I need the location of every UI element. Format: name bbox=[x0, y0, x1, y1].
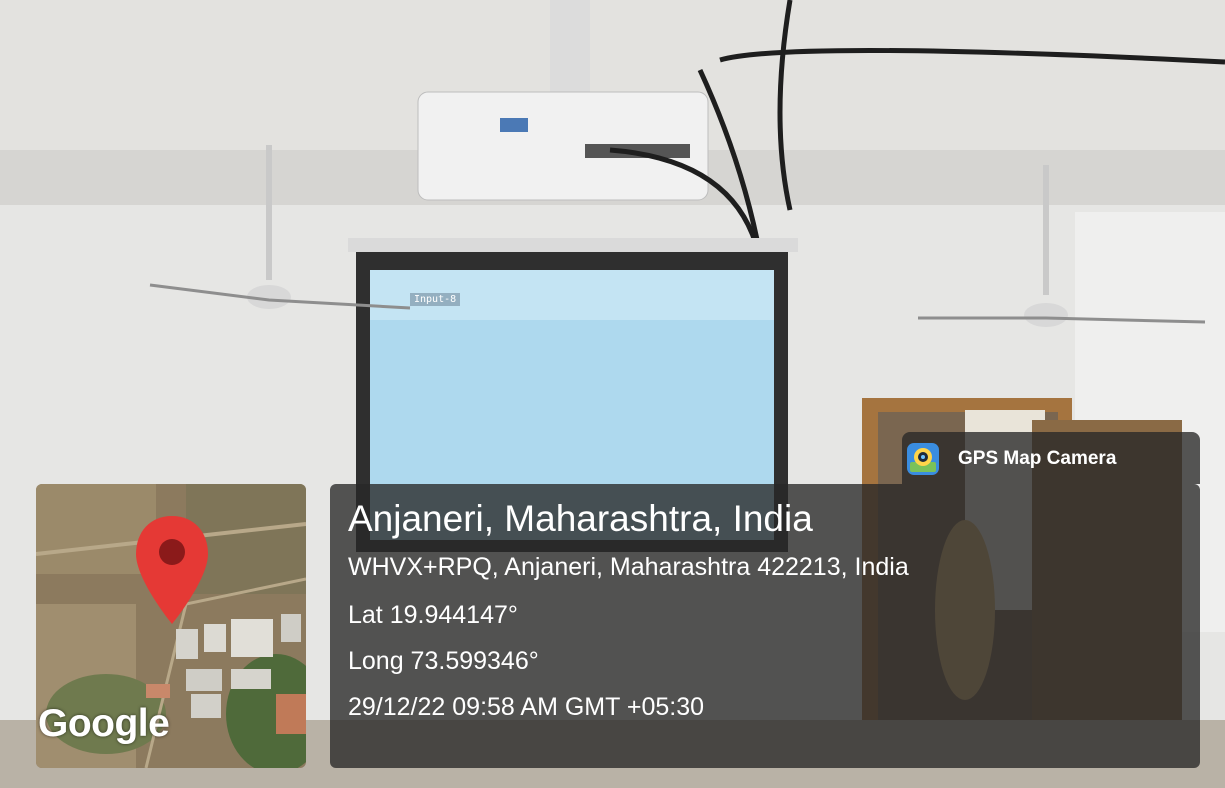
longitude-readout: Long 73.599346° bbox=[348, 647, 539, 675]
location-address: WHVX+RPQ, Anjaneri, Maharashtra 422213, … bbox=[348, 553, 909, 581]
latitude-readout: Lat 19.944147° bbox=[348, 601, 518, 629]
photo-stage: Input-8 Google GPS Map Camera Anjaneri, … bbox=[0, 0, 1225, 788]
gps-map-camera-icon bbox=[907, 443, 939, 475]
location-title: Anjaneri, Maharashtra, India bbox=[348, 498, 813, 539]
google-attribution: Google bbox=[38, 702, 170, 745]
screen-osd-label: Input-8 bbox=[410, 293, 461, 306]
location-pin-icon bbox=[136, 516, 208, 624]
brand-label: GPS Map Camera bbox=[958, 448, 1117, 469]
timestamp: 29/12/22 09:58 AM GMT +05:30 bbox=[348, 693, 705, 721]
map-thumbnail[interactable]: Google bbox=[36, 484, 306, 768]
